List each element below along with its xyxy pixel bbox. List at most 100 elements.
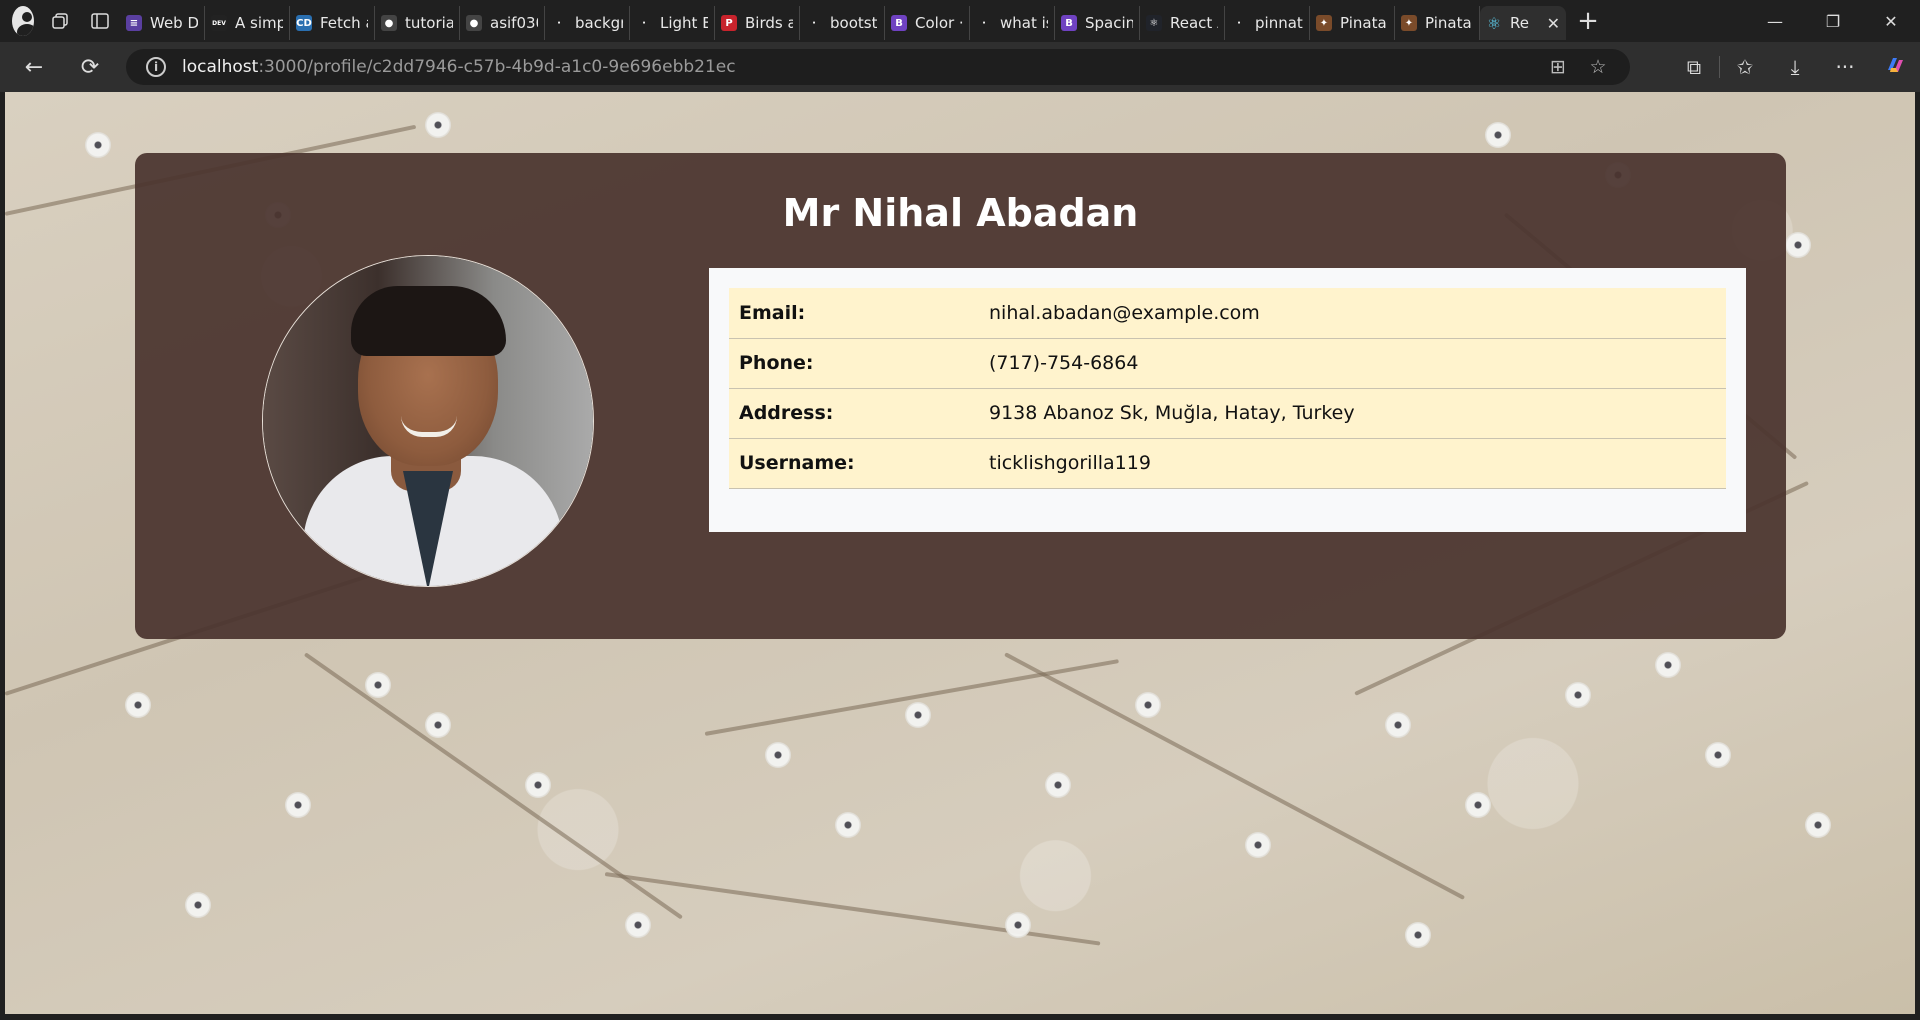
field-value: 9138 Abanoz Sk, Muğla, Hatay, Turkey — [979, 388, 1726, 439]
tab-favicon-icon: ● — [381, 15, 397, 31]
branch-decoration — [1004, 652, 1466, 900]
copilot-icon — [1888, 57, 1903, 72]
blossom-decoration — [1655, 652, 1681, 678]
downloads-icon[interactable]: ⤓ — [1770, 55, 1820, 79]
restore-button[interactable]: ❐ — [1804, 0, 1862, 42]
profile-details-table: Email: nihal.abadan@example.com Phone: (717… — [729, 288, 1726, 489]
favorites-icon[interactable]: ✩ — [1720, 55, 1770, 79]
tab-list: ≡ Web D DEV A simp CD Fetch a ● tutoria ● asif030… — [120, 0, 1480, 42]
field-value: (717)-754-6864 — [979, 338, 1726, 389]
url-host: localhost — [182, 57, 259, 77]
blossom-decoration — [905, 702, 931, 728]
blossom-decoration — [285, 792, 311, 818]
tab-favicon-icon: ● — [466, 15, 482, 31]
tab-favicon-icon: DEV — [211, 15, 227, 31]
blossom-decoration — [425, 112, 451, 138]
blossom-decoration — [1785, 232, 1811, 258]
field-label: Email: — [729, 288, 979, 339]
close-window-button[interactable]: ✕ — [1862, 0, 1920, 42]
tab-actions-icon — [91, 13, 109, 29]
tab-strip: ≡ Web D DEV A simp CD Fetch a ● tutoria ● asif030… — [0, 0, 1920, 42]
field-value: nihal.abadan@example.com — [979, 288, 1726, 339]
blossom-decoration — [1045, 772, 1071, 798]
tab-title: Light B — [660, 14, 708, 32]
tab-active[interactable]: ⚛ Re ✕ — [1480, 6, 1566, 40]
more-menu-icon[interactable]: ··· — [1820, 55, 1870, 79]
workspaces-icon — [52, 13, 68, 29]
tab-title: Spacin — [1085, 14, 1133, 32]
blossom-decoration — [525, 772, 551, 798]
table-row: Username: ticklishgorilla119 — [729, 438, 1726, 489]
tab[interactable]: · backgr — [545, 6, 630, 40]
tab-favicon-icon: · — [976, 15, 992, 31]
url-text[interactable]: localhost:3000/profile/c2dd7946-c57b-4b9… — [182, 57, 736, 77]
blossom-decoration — [425, 712, 451, 738]
favorite-star-icon[interactable]: ☆ — [1578, 56, 1618, 78]
back-button[interactable]: ← — [18, 51, 50, 83]
tab-actions-button[interactable] — [80, 0, 120, 42]
tab-favicon-icon: CD — [296, 15, 312, 31]
table-row: Address: 9138 Abanoz Sk, Muğla, Hatay, Tu… — [729, 388, 1726, 439]
tab-favicon-icon: ✦ — [1401, 15, 1417, 31]
tab[interactable]: · bootst — [800, 6, 885, 40]
tab-title: asif030 — [490, 14, 538, 32]
tab-favicon-icon: B — [1061, 15, 1077, 31]
workspaces-button[interactable] — [40, 0, 80, 42]
site-info-icon[interactable]: i — [146, 57, 166, 77]
blossom-decoration — [625, 912, 651, 938]
blossom-decoration — [1245, 832, 1271, 858]
tab-title: Birds a — [745, 14, 793, 32]
blossom-decoration — [835, 812, 861, 838]
url-path: :3000/profile/c2dd7946-c57b-4b9d-a1c0-9e… — [258, 57, 736, 77]
blossom-decoration — [1565, 682, 1591, 708]
minimize-button[interactable]: — — [1746, 0, 1804, 42]
field-label: Phone: — [729, 338, 979, 389]
field-label: Address: — [729, 388, 979, 439]
blossom-decoration — [85, 132, 111, 158]
tab-favicon-icon: ✦ — [1316, 15, 1332, 31]
close-tab-icon[interactable]: ✕ — [1543, 14, 1560, 33]
blossom-decoration — [365, 672, 391, 698]
tab[interactable]: ✦ Pinata — [1395, 6, 1480, 40]
page-viewport: Mr Nihal Abadan Email: nihal.abadan@examp… — [5, 92, 1915, 1014]
tab[interactable]: B Color · — [885, 6, 970, 40]
new-tab-button[interactable]: + — [1566, 0, 1610, 42]
blossom-decoration — [185, 892, 211, 918]
blossom-decoration — [1005, 912, 1031, 938]
tab[interactable]: ✦ Pinata — [1310, 6, 1395, 40]
tab[interactable]: ● asif030 — [460, 6, 545, 40]
profile-name: Mr Nihal Abadan — [782, 191, 1139, 235]
extensions-icon[interactable]: ⧉ — [1669, 55, 1719, 79]
tab-title: what is — [1000, 14, 1048, 32]
tab[interactable]: ⚛ React A — [1140, 6, 1225, 40]
tab[interactable]: · Light B — [630, 6, 715, 40]
app-available-icon[interactable]: ⊞ — [1538, 56, 1578, 78]
tab-title: Color · — [915, 14, 963, 32]
tab-title: backgr — [575, 14, 623, 32]
tab[interactable]: · what is — [970, 6, 1055, 40]
tab[interactable]: DEV A simp — [205, 6, 290, 40]
refresh-button[interactable]: ⟳ — [74, 51, 106, 83]
tab-title: Pinata — [1340, 14, 1387, 32]
tab[interactable]: ≡ Web D — [120, 6, 205, 40]
copilot-button[interactable] — [1870, 54, 1920, 81]
tab-favicon-icon: B — [891, 15, 907, 31]
tab[interactable]: B Spacin — [1055, 6, 1140, 40]
tab-title: pinnat — [1255, 14, 1303, 32]
table-row: Email: nihal.abadan@example.com — [729, 288, 1726, 339]
profile-button[interactable] — [0, 0, 40, 42]
blossom-decoration — [765, 742, 791, 768]
react-icon: ⚛ — [1486, 13, 1502, 33]
profile-icon — [12, 6, 34, 36]
tab[interactable]: ● tutoria — [375, 6, 460, 40]
tab[interactable]: · pinnat — [1225, 6, 1310, 40]
address-bar[interactable]: i localhost:3000/profile/c2dd7946-c57b-4… — [126, 49, 1630, 85]
blossom-decoration — [1705, 742, 1731, 768]
tab-favicon-icon: P — [721, 15, 737, 31]
blossom-decoration — [1135, 692, 1161, 718]
window-controls: — ❐ ✕ — [1746, 0, 1920, 42]
tab[interactable]: P Birds a — [715, 6, 800, 40]
blossom-decoration — [1385, 712, 1411, 738]
tab-title: React A — [1170, 14, 1218, 32]
tab[interactable]: CD Fetch a — [290, 6, 375, 40]
